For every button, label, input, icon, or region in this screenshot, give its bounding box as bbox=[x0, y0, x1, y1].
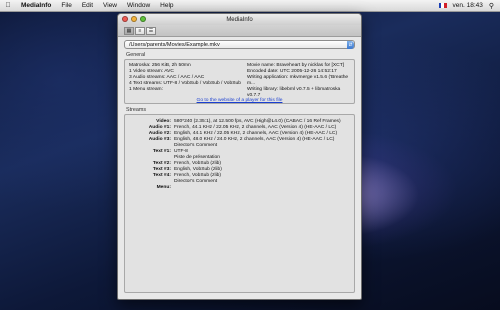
file-path-value: /Users/parents/Movies/Example.mkv bbox=[129, 42, 220, 48]
menu-clock[interactable]: ven. 18:43 bbox=[453, 2, 483, 9]
spotlight-icon[interactable]: ⚲ bbox=[489, 2, 494, 10]
menu-edit[interactable]: Edit bbox=[77, 2, 98, 9]
window-titlebar[interactable]: MediaInfo bbox=[118, 14, 361, 25]
mediainfo-window: MediaInfo ▦ ≡ ☰ /Users/parents/Movies/Ex… bbox=[117, 13, 362, 300]
apple-menu-icon[interactable]:  bbox=[0, 2, 16, 9]
general-section-label: General bbox=[126, 52, 146, 58]
general-line: 1 Menu stream: bbox=[129, 87, 163, 92]
stream-value: Director's Comment bbox=[174, 179, 218, 184]
general-left-column: Matroska: 256 KiB, 2h 50mn 1 Video strea… bbox=[129, 63, 241, 93]
menu-window[interactable]: Window bbox=[122, 2, 155, 9]
info-view-icon[interactable]: ▦ bbox=[124, 26, 134, 35]
file-path-select[interactable]: /Users/parents/Movies/Example.mkv ⇵ bbox=[124, 40, 355, 49]
streams-section-label: Streams bbox=[126, 107, 147, 113]
menu-view[interactable]: View bbox=[98, 2, 122, 9]
menu-bar:  MediaInfo File Edit View Window Help v… bbox=[0, 0, 500, 12]
text-view-icon[interactable]: ≡ bbox=[135, 26, 145, 35]
stream-key: Menu: bbox=[156, 185, 171, 190]
menu-file[interactable]: File bbox=[56, 2, 76, 9]
streams-box: Video: 580*240 (2.35:1), at 12.500 fps, A… bbox=[124, 114, 355, 293]
menu-extras: ven. 18:43 ⚲ bbox=[438, 2, 500, 10]
general-line: Writing application: mkvmerge v1.5.6 ('B… bbox=[247, 75, 349, 86]
player-website-link[interactable]: Go to the website of a player for this f… bbox=[125, 98, 354, 103]
general-right-column: Movie name: Braveheart by nicklas for [X… bbox=[247, 63, 354, 99]
stream-row: Menu: bbox=[125, 185, 354, 191]
chevron-updown-icon[interactable]: ⇵ bbox=[347, 41, 354, 49]
toolbar: ▦ ≡ ☰ bbox=[118, 25, 361, 37]
zoom-window-icon[interactable] bbox=[140, 16, 146, 22]
tree-view-icon[interactable]: ☰ bbox=[146, 26, 156, 35]
window-title: MediaInfo bbox=[226, 16, 253, 23]
minimize-window-icon[interactable] bbox=[131, 16, 137, 22]
menu-app-name[interactable]: MediaInfo bbox=[16, 2, 56, 9]
menu-help[interactable]: Help bbox=[155, 2, 178, 9]
general-info-box: Matroska: 256 KiB, 2h 50mn 1 Video strea… bbox=[124, 59, 355, 104]
close-window-icon[interactable] bbox=[122, 16, 128, 22]
input-source-flag-icon[interactable] bbox=[438, 3, 447, 8]
